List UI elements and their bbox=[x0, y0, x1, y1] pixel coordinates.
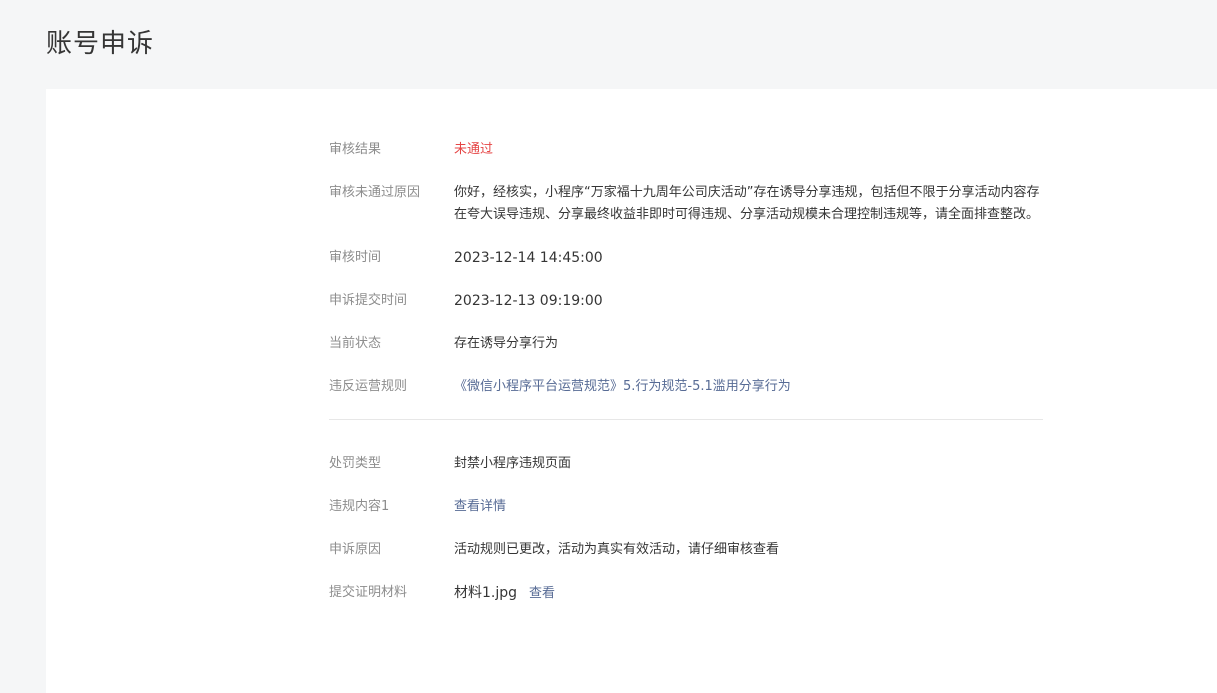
submit-time-value: 2023-12-13 09:19:00 bbox=[454, 293, 603, 309]
penalty-type-label: 处罚类型 bbox=[329, 456, 382, 471]
view-file-link[interactable]: 查看 bbox=[529, 586, 555, 601]
reject-reason-label: 审核未通过原因 bbox=[329, 185, 421, 200]
proof-material-row: 提交证明材料 材料1.jpg 查看 bbox=[329, 582, 1043, 605]
appeal-detail-card: 审核结果 未通过 审核未通过原因 你好，经核实，小程序“万家福十九周年公司庆活动… bbox=[46, 89, 1217, 693]
proof-material-label: 提交证明材料 bbox=[329, 585, 408, 600]
proof-file-name: 材料1.jpg bbox=[454, 585, 518, 601]
review-result-value: 未通过 bbox=[454, 142, 494, 157]
violated-rule-row: 违反运营规则 《微信小程序平台运营规范》5.行为规范-5.1滥用分享行为 bbox=[329, 376, 1043, 398]
submit-time-label: 申诉提交时间 bbox=[329, 293, 408, 308]
view-details-link[interactable]: 查看详情 bbox=[454, 496, 1043, 518]
review-time-label: 审核时间 bbox=[329, 250, 382, 265]
violated-rule-link[interactable]: 《微信小程序平台运营规范》5.行为规范-5.1滥用分享行为 bbox=[454, 376, 1043, 398]
proof-material-value: 材料1.jpg 查看 bbox=[454, 582, 1043, 605]
current-status-row: 当前状态 存在诱导分享行为 bbox=[329, 333, 1043, 355]
appeal-reason-label: 申诉原因 bbox=[329, 542, 382, 557]
appeal-detail-content: 审核结果 未通过 审核未通过原因 你好，经核实，小程序“万家福十九周年公司庆活动… bbox=[329, 139, 1043, 626]
current-status-value: 存在诱导分享行为 bbox=[454, 336, 559, 351]
page-title: 账号申诉 bbox=[46, 29, 155, 59]
penalty-type-value: 封禁小程序违规页面 bbox=[454, 456, 572, 471]
penalty-type-row: 处罚类型 封禁小程序违规页面 bbox=[329, 453, 1043, 475]
review-time-row: 审核时间 2023-12-14 14:45:00 bbox=[329, 247, 1043, 269]
violated-rule-label: 违反运营规则 bbox=[329, 379, 408, 394]
reject-reason-value: 你好，经核实，小程序“万家福十九周年公司庆活动”存在诱导分享违规，包括但不限于分… bbox=[454, 185, 1040, 222]
review-result-label: 审核结果 bbox=[329, 142, 382, 157]
section-divider bbox=[329, 419, 1043, 420]
submit-time-row: 申诉提交时间 2023-12-13 09:19:00 bbox=[329, 290, 1043, 312]
violation-content-row: 违规内容1 查看详情 bbox=[329, 496, 1043, 518]
appeal-reason-row: 申诉原因 活动规则已更改，活动为真实有效活动，请仔细审核查看 bbox=[329, 539, 1043, 561]
appeal-reason-value: 活动规则已更改，活动为真实有效活动，请仔细审核查看 bbox=[454, 542, 780, 557]
review-result-row: 审核结果 未通过 bbox=[329, 139, 1043, 161]
current-status-label: 当前状态 bbox=[329, 336, 382, 351]
reject-reason-row: 审核未通过原因 你好，经核实，小程序“万家福十九周年公司庆活动”存在诱导分享违规… bbox=[329, 182, 1043, 226]
violation-content-label: 违规内容1 bbox=[329, 499, 390, 514]
review-time-value: 2023-12-14 14:45:00 bbox=[454, 250, 603, 266]
